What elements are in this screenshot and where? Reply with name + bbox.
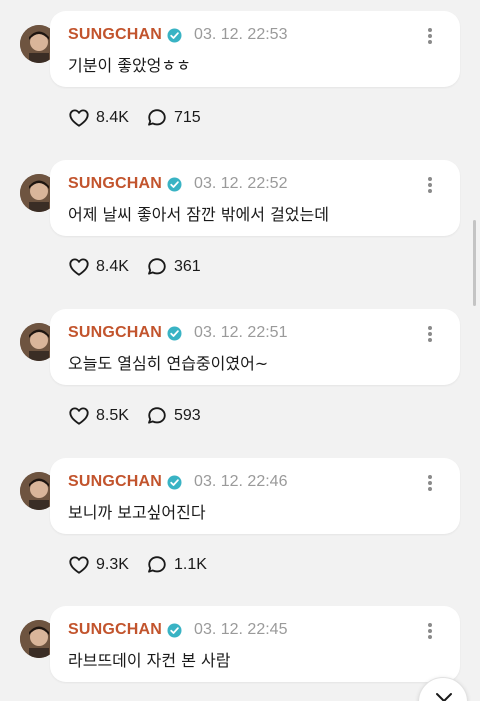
message-bubble: SUNGCHAN 03. 12. 22:52 어제 날씨 좋아서 잠깐 밖에서 …	[50, 160, 460, 236]
comment-bubble-icon[interactable]	[146, 405, 168, 427]
message-bubble: SUNGCHAN 03. 12. 22:53 기분이 좋았엉ㅎㅎ	[50, 11, 460, 87]
post-item: SUNGCHAN 03. 12. 22:45 라브뜨데이 자컨 본 사람	[0, 606, 480, 701]
like-count: 9.3K	[96, 556, 129, 573]
author-name[interactable]: SUNGCHAN	[68, 26, 162, 44]
author-name[interactable]: SUNGCHAN	[68, 621, 162, 639]
like-count: 8.4K	[96, 109, 129, 126]
heart-icon[interactable]	[68, 405, 90, 427]
scrollbar[interactable]	[473, 220, 476, 306]
timestamp: 03. 12. 22:53	[194, 26, 288, 43]
post-actions: 8.4K 715	[68, 106, 201, 130]
comment-count: 1.1K	[174, 556, 207, 573]
heart-icon[interactable]	[68, 554, 90, 576]
message-text: 보니까 보고싶어진다	[68, 503, 206, 522]
post-item: SUNGCHAN 03. 12. 22:52 어제 날씨 좋아서 잠깐 밖에서 …	[0, 160, 480, 308]
verified-badge-icon	[167, 326, 182, 341]
post-item: SUNGCHAN 03. 12. 22:46 보니까 보고싶어진다 9.3K 1…	[0, 458, 480, 606]
timestamp: 03. 12. 22:51	[194, 324, 288, 341]
comment-count: 593	[174, 407, 201, 424]
more-vertical-icon[interactable]	[422, 473, 438, 493]
timestamp: 03. 12. 22:46	[194, 473, 288, 490]
like-count: 8.4K	[96, 258, 129, 275]
comment-bubble-icon[interactable]	[146, 256, 168, 278]
author-name[interactable]: SUNGCHAN	[68, 175, 162, 193]
heart-icon[interactable]	[68, 107, 90, 129]
comment-bubble-icon[interactable]	[146, 554, 168, 576]
author-name[interactable]: SUNGCHAN	[68, 473, 162, 491]
message-bubble: SUNGCHAN 03. 12. 22:45 라브뜨데이 자컨 본 사람	[50, 606, 460, 682]
more-vertical-icon[interactable]	[422, 175, 438, 195]
post-item: SUNGCHAN 03. 12. 22:51 오늘도 열심히 연습중이였어~ 8…	[0, 309, 480, 457]
verified-badge-icon	[167, 177, 182, 192]
post-actions: 8.5K 593	[68, 404, 201, 428]
like-count: 8.5K	[96, 407, 129, 424]
message-text: 오늘도 열심히 연습중이였어~	[68, 354, 269, 373]
author-name[interactable]: SUNGCHAN	[68, 324, 162, 342]
message-text: 라브뜨데이 자컨 본 사람	[68, 651, 231, 670]
message-bubble: SUNGCHAN 03. 12. 22:51 오늘도 열심히 연습중이였어~	[50, 309, 460, 385]
message-text: 기분이 좋았엉ㅎㅎ	[68, 56, 191, 75]
timestamp: 03. 12. 22:45	[194, 621, 288, 638]
heart-icon[interactable]	[68, 256, 90, 278]
message-text: 어제 날씨 좋아서 잠깐 밖에서 걸었는데	[68, 205, 329, 224]
comment-count: 715	[174, 109, 201, 126]
verified-badge-icon	[167, 623, 182, 638]
more-vertical-icon[interactable]	[422, 26, 438, 46]
post-actions: 9.3K 1.1K	[68, 553, 207, 577]
post-item: SUNGCHAN 03. 12. 22:53 기분이 좋았엉ㅎㅎ 8.4K 71…	[0, 11, 480, 159]
more-vertical-icon[interactable]	[422, 324, 438, 344]
verified-badge-icon	[167, 28, 182, 43]
post-feed: SUNGCHAN 03. 12. 22:53 기분이 좋았엉ㅎㅎ 8.4K 71…	[0, 0, 480, 701]
timestamp: 03. 12. 22:52	[194, 175, 288, 192]
comment-count: 361	[174, 258, 201, 275]
post-actions: 8.4K 361	[68, 255, 201, 279]
more-vertical-icon[interactable]	[422, 621, 438, 641]
comment-bubble-icon[interactable]	[146, 107, 168, 129]
verified-badge-icon	[167, 475, 182, 490]
message-bubble: SUNGCHAN 03. 12. 22:46 보니까 보고싶어진다	[50, 458, 460, 534]
